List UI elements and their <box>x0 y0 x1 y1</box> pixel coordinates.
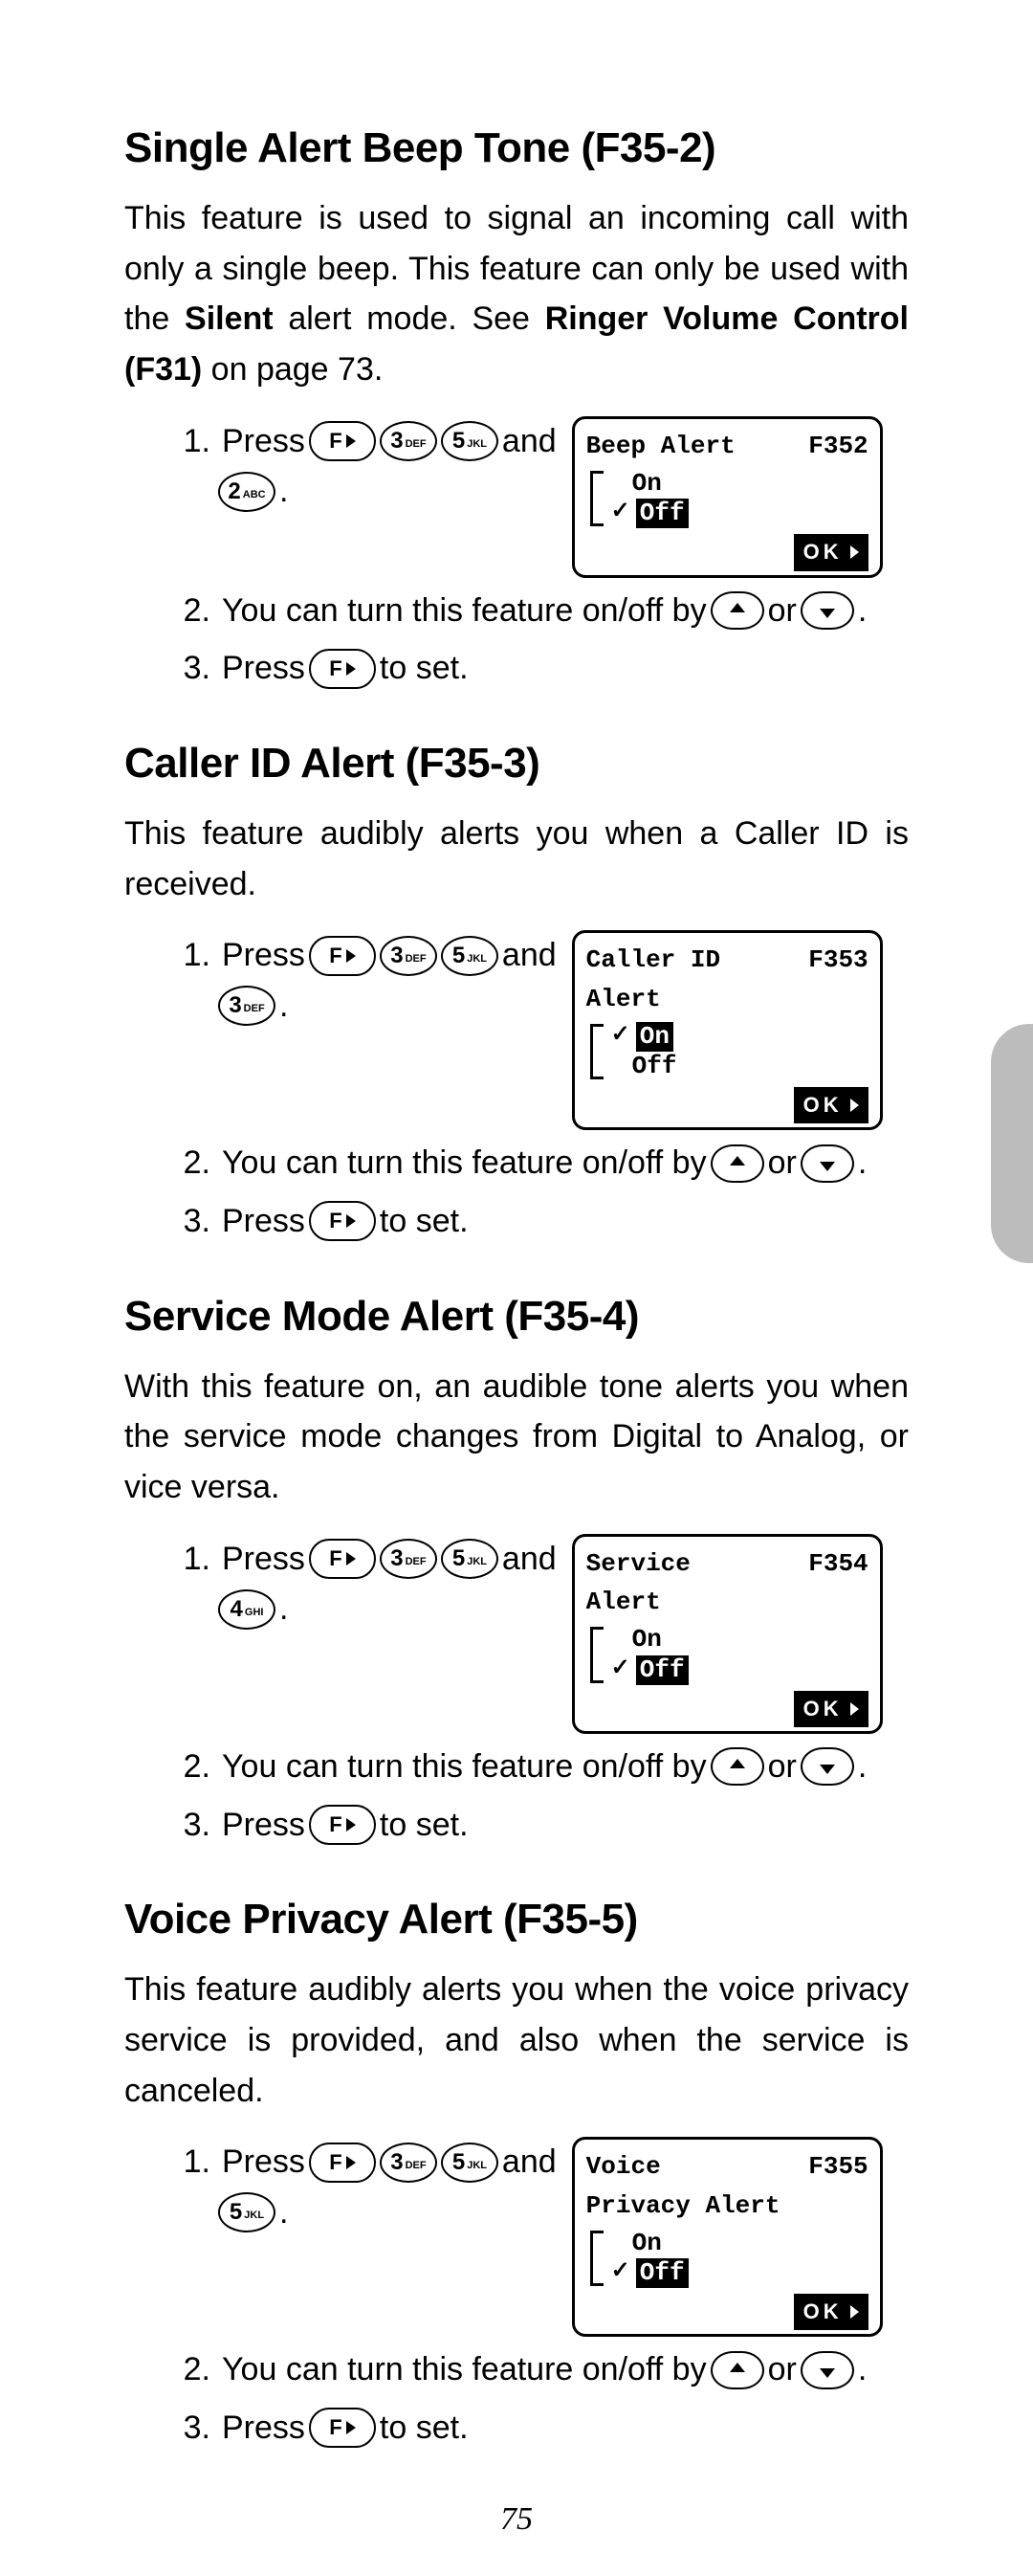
function-key: F <box>309 936 376 976</box>
lcd-screen: Service F354Alert OnOff OK <box>572 1534 883 1734</box>
section-intro: With this feature on, an audible tone al… <box>124 1362 909 1513</box>
function-key: F <box>309 1201 376 1241</box>
screen-title: Service <box>586 1544 691 1583</box>
numeric-key-2: 2ABC <box>218 472 275 512</box>
numeric-key-5: 5JKL <box>218 2192 275 2232</box>
screen-code: F354 <box>808 1544 868 1583</box>
step-3: 3.Press F to set. <box>172 2403 909 2454</box>
ok-softkey: OK <box>794 534 868 570</box>
numeric-key-3: 3DEF <box>380 936 437 976</box>
screen-option: Off <box>611 1052 868 1081</box>
down-arrow-key <box>801 591 854 630</box>
step-2: 2.You can turn this feature on/off by or… <box>172 1138 909 1188</box>
step-1: 1.PressF3DEF5JKL and4GHI.ServiceF354Aler… <box>172 1534 909 1734</box>
section-heading: Service Mode Alert (F35-4) <box>124 1293 909 1341</box>
screen-subtitle: Privacy Alert <box>586 2187 868 2225</box>
step-1: 1.PressF3DEF5JKL and5JKL.VoiceF355Privac… <box>172 2137 909 2337</box>
function-key: F <box>309 2408 376 2448</box>
lcd-screen: Caller ID F353Alert OnOff OK <box>572 930 883 1130</box>
section-f354: Service Mode Alert (F35-4) With this feat… <box>124 1293 909 1851</box>
screen-title: Beep Alert <box>586 427 736 465</box>
down-arrow-key <box>801 1144 854 1183</box>
numeric-key-5: 5JKL <box>441 1539 498 1579</box>
step-list: 1.PressF3DEF5JKL and2ABC.Beep AlertF352O… <box>124 416 909 694</box>
numeric-key-3: 3DEF <box>380 1539 437 1579</box>
numeric-key-5: 5JKL <box>441 421 498 461</box>
down-arrow-key <box>801 2351 854 2389</box>
step-2: 2.You can turn this feature on/off by or… <box>172 2344 909 2395</box>
numeric-key-3: 3DEF <box>380 2143 437 2183</box>
numeric-key-5: 5JKL <box>441 2143 498 2183</box>
lcd-screen: Voice F355Privacy Alert OnOff OK <box>572 2137 883 2337</box>
screen-option: Off <box>611 2258 868 2288</box>
screen-title: Caller ID <box>586 941 720 979</box>
screen-subtitle: Alert <box>586 980 868 1018</box>
screen-code: F353 <box>808 941 868 979</box>
step-2: 2.You can turn this feature on/off by or… <box>172 1742 909 1792</box>
function-key: F <box>309 649 376 689</box>
down-arrow-key <box>801 1747 854 1786</box>
screen-option: On <box>611 2229 868 2258</box>
numeric-key-4: 4GHI <box>218 1589 275 1630</box>
screen-option: Off <box>611 1655 868 1685</box>
section-f352: Single Alert Beep Tone (F35-2) This featu… <box>124 124 909 694</box>
step-1: 1.PressF3DEF5JKL and2ABC.Beep AlertF352O… <box>172 416 909 578</box>
ok-softkey: OK <box>794 1691 868 1727</box>
section-f353: Caller ID Alert (F35-3) This feature audi… <box>124 740 909 1247</box>
section-heading: Single Alert Beep Tone (F35-2) <box>124 124 909 172</box>
section-intro: This feature audibly alerts you when a C… <box>124 809 909 909</box>
function-key: F <box>309 2143 376 2183</box>
screen-code: F352 <box>808 427 868 465</box>
numeric-key-3: 3DEF <box>380 421 437 461</box>
step-3: 3.Press F to set. <box>172 643 909 694</box>
up-arrow-key <box>711 2351 764 2389</box>
screen-option: On <box>611 1625 868 1654</box>
up-arrow-key <box>711 1144 764 1183</box>
function-key: F <box>309 1805 376 1845</box>
up-arrow-key <box>711 1747 764 1786</box>
screen-subtitle: Alert <box>586 1583 868 1621</box>
step-2: 2.You can turn this feature on/off by or… <box>172 586 909 636</box>
step-1: 1.PressF3DEF5JKL and3DEF.Caller IDF353Al… <box>172 930 909 1130</box>
function-key: F <box>309 421 376 461</box>
screen-option: Off <box>611 499 868 528</box>
ok-softkey: OK <box>794 1087 868 1123</box>
step-list: 1.PressF3DEF5JKL and5JKL.VoiceF355Privac… <box>124 2137 909 2453</box>
step-3: 3.Press F to set. <box>172 1800 909 1851</box>
screen-option: On <box>611 1022 868 1052</box>
function-key: F <box>309 1539 376 1579</box>
up-arrow-key <box>711 591 764 630</box>
section-f355: Voice Privacy Alert (F35-5) This feature … <box>124 1896 909 2454</box>
lcd-screen: Beep Alert F352 OnOff OK <box>572 416 883 578</box>
numeric-key-3: 3DEF <box>218 986 275 1026</box>
step-list: 1.PressF3DEF5JKL and4GHI.ServiceF354Aler… <box>124 1534 909 1850</box>
screen-option: On <box>611 469 868 499</box>
screen-code: F355 <box>808 2147 868 2186</box>
step-3: 3.Press F to set. <box>172 1196 909 1247</box>
screen-title: Voice <box>586 2147 661 2186</box>
section-heading: Voice Privacy Alert (F35-5) <box>124 1896 909 1943</box>
numeric-key-5: 5JKL <box>441 936 498 976</box>
section-intro: This feature is used to signal an incomi… <box>124 193 909 395</box>
page-number: 75 <box>0 2501 1033 2538</box>
section-heading: Caller ID Alert (F35-3) <box>124 740 909 788</box>
ok-softkey: OK <box>794 2294 868 2330</box>
section-intro: This feature audibly alerts you when the… <box>124 1965 909 2116</box>
step-list: 1.PressF3DEF5JKL and3DEF.Caller IDF353Al… <box>124 930 909 1246</box>
